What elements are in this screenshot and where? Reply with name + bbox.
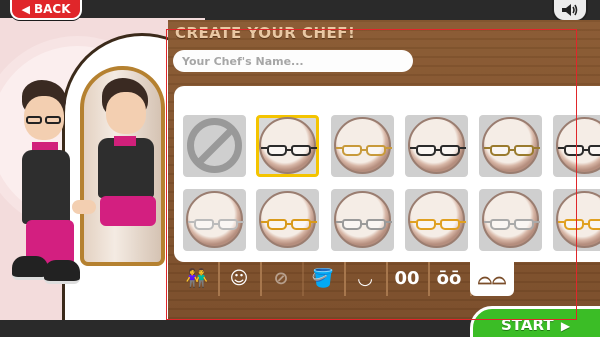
face-plate	[259, 117, 317, 174]
glasses-option[interactable]	[553, 115, 600, 177]
eyebrows-icon: ōō	[436, 268, 462, 289]
page-title: CREATE YOUR CHEF!	[175, 24, 356, 42]
no-glasses-option[interactable]	[183, 115, 246, 177]
face-plate	[482, 117, 540, 174]
top-bar	[0, 0, 600, 20]
prohibited-icon	[187, 118, 242, 173]
face-plate	[408, 191, 466, 248]
glasses-option[interactable]	[553, 189, 600, 251]
tab-skin[interactable]: 🪣	[302, 262, 346, 296]
tab-eyes[interactable]: 00	[386, 262, 430, 296]
chef-name-input[interactable]	[173, 50, 413, 72]
glasses-icon: ⌓⌓	[477, 268, 507, 289]
glasses-option[interactable]	[479, 189, 542, 251]
game-screen: ◀ BACK CREATE YOUR CHEF! 👫 ☺ ⊘ 🪣 ◡ 00 ōō ⌓⌓ STA…	[0, 0, 600, 337]
face-plate	[334, 191, 392, 248]
glasses-option[interactable]	[256, 189, 319, 251]
glasses-option[interactable]	[331, 189, 394, 251]
start-button[interactable]: START ▶	[470, 306, 600, 337]
category-tabs: 👫 ☺ ⊘ 🪣 ◡ 00 ōō ⌓⌓	[168, 262, 600, 296]
back-button[interactable]: ◀ BACK	[10, 0, 82, 20]
right-arrow-icon: ▶	[560, 319, 571, 333]
tab-hat[interactable]: ⊘	[260, 262, 304, 296]
glasses-options-grid	[174, 86, 600, 262]
paint-bucket-icon: 🪣	[311, 268, 335, 289]
back-button-label: BACK	[33, 2, 71, 16]
tab-mouth[interactable]: ◡	[344, 262, 388, 296]
tab-glasses[interactable]: ⌓⌓	[470, 262, 514, 296]
face-plate	[556, 117, 600, 174]
tab-body[interactable]: 👫	[176, 262, 220, 296]
people-icon: 👫	[185, 268, 209, 289]
tab-eyebrows[interactable]: ōō	[428, 262, 472, 296]
start-button-label: START	[501, 316, 554, 334]
glasses-option[interactable]	[405, 115, 468, 177]
hat-icon: ⊘	[273, 268, 289, 289]
face-plate	[334, 117, 392, 174]
face-plate	[408, 117, 466, 174]
glasses-option[interactable]	[183, 189, 246, 251]
face-plate	[186, 191, 244, 248]
glasses-option[interactable]	[405, 189, 468, 251]
eyes-icon: 00	[394, 268, 420, 289]
tab-hair[interactable]: ☺	[218, 262, 262, 296]
face-plate	[482, 191, 540, 248]
glasses-option[interactable]	[256, 115, 319, 177]
sound-toggle-button[interactable]	[552, 0, 588, 22]
hair-icon: ☺	[229, 268, 249, 289]
mouth-icon: ◡	[358, 268, 372, 289]
face-plate	[556, 191, 600, 248]
face-plate	[259, 191, 317, 248]
glasses-option[interactable]	[331, 115, 394, 177]
mirror	[80, 66, 165, 266]
left-arrow-icon: ◀	[21, 2, 30, 16]
glasses-option[interactable]	[479, 115, 542, 177]
speaker-icon	[562, 4, 578, 16]
